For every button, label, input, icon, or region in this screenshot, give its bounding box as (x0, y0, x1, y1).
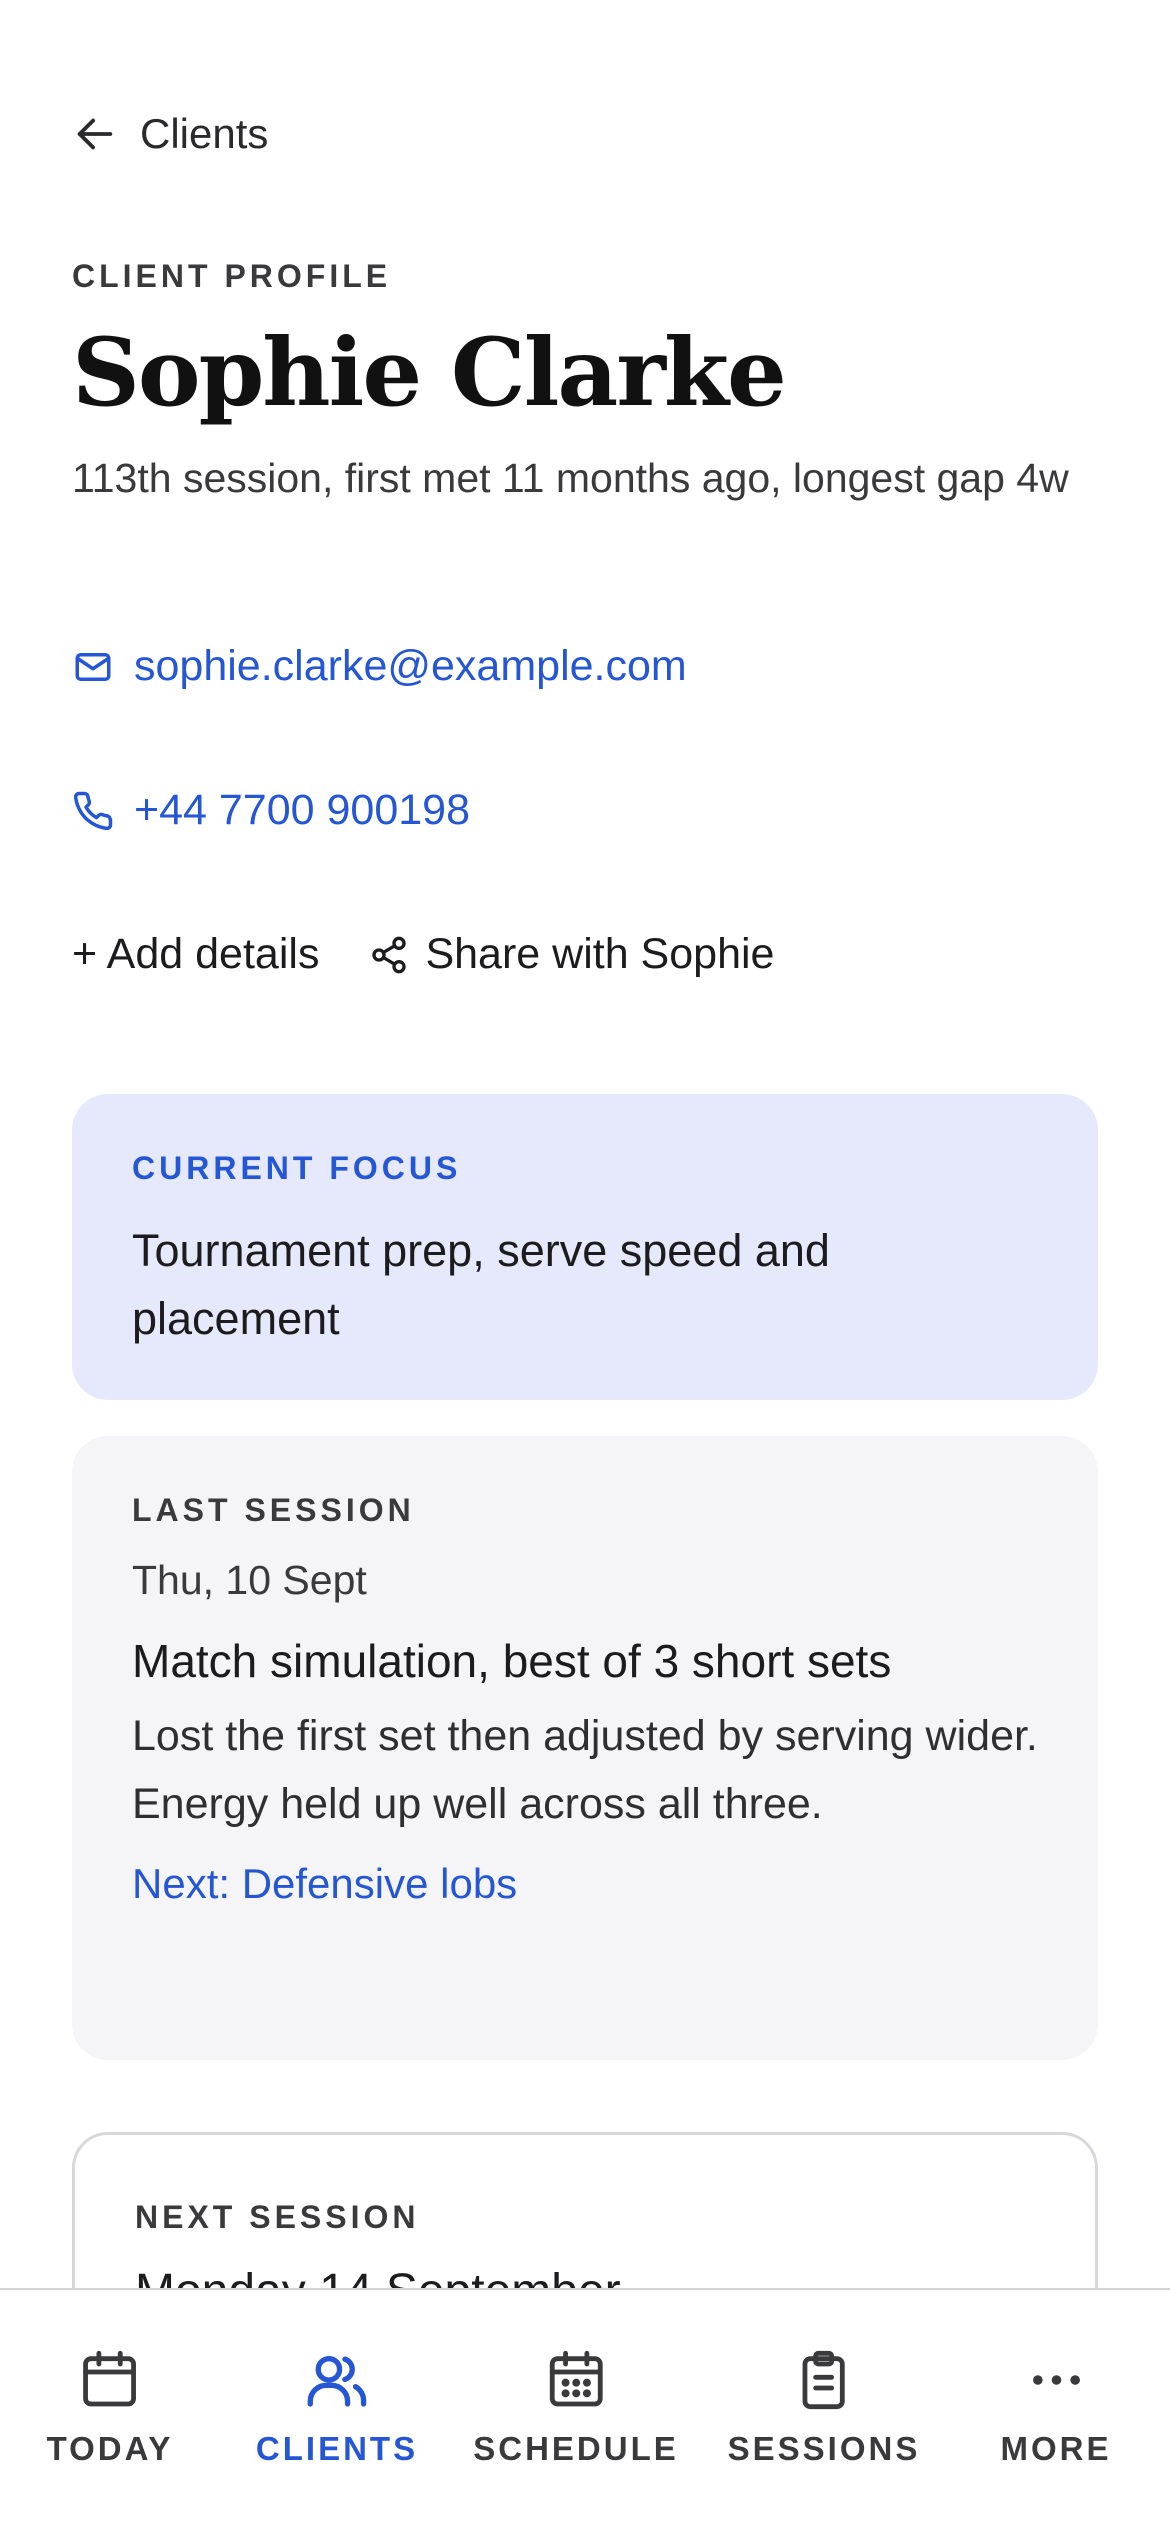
last-session-card[interactable]: LAST SESSION Thu, 10 Sept Match simulati… (72, 1436, 1098, 2060)
last-session-label: LAST SESSION (132, 1492, 415, 1528)
last-session-title: Match simulation, best of 3 short sets (132, 1635, 892, 1687)
share-icon (372, 936, 407, 973)
client-summary: 113th session, first met 11 months ago, … (72, 455, 1069, 501)
clipboard-icon (802, 2350, 846, 2410)
page-eyebrow: CLIENT PROFILE (72, 258, 392, 294)
page-title: Sophie Clarke (72, 318, 787, 428)
tab-more[interactable]: MORE (1001, 2348, 1112, 2468)
phone-link[interactable]: +44 7700 900198 (72, 786, 470, 835)
current-focus-label: CURRENT FOCUS (132, 1150, 462, 1186)
next-session-label: NEXT SESSION (135, 2199, 420, 2235)
bottom-tab-bar: TODAY CLIENTS SCHEDULE SESSIONS MORE (0, 2288, 1170, 2532)
add-details-label: + Add details (72, 930, 320, 978)
arrow-left-icon (77, 118, 113, 150)
share-button[interactable]: Share with Sophie (369, 930, 774, 979)
more-dots-icon (1032, 2375, 1080, 2385)
email-link[interactable]: sophie.clarke@example.com (72, 642, 687, 691)
tab-clients[interactable]: CLIENTS (256, 2348, 418, 2468)
tab-clients-label: CLIENTS (255, 2430, 419, 2467)
tab-today-label: TODAY (46, 2430, 174, 2467)
back-label: Clients (140, 110, 269, 157)
tab-schedule-label: SCHEDULE (473, 2430, 679, 2467)
calendar-grid-icon (549, 2350, 603, 2407)
calendar-icon (83, 2350, 137, 2407)
phone-text: +44 7700 900198 (134, 786, 470, 834)
back-link[interactable]: Clients (72, 110, 268, 158)
email-text: sophie.clarke@example.com (134, 642, 687, 690)
mail-icon (75, 652, 111, 681)
users-icon (307, 2356, 367, 2407)
tab-today[interactable]: TODAY (47, 2348, 174, 2468)
last-session-date: Thu, 10 Sept (132, 1557, 367, 1603)
last-session-next-link[interactable]: Next: Defensive lobs (132, 1860, 1038, 1908)
current-focus-text: Tournament prep, serve speed and placeme… (132, 1225, 830, 1344)
add-details-button[interactable]: + Add details (72, 930, 319, 979)
phone-icon (73, 791, 113, 830)
profile-actions: + Add details Share with Sophie (72, 930, 774, 979)
tab-schedule[interactable]: SCHEDULE (473, 2348, 679, 2468)
share-label: Share with Sophie (425, 930, 775, 978)
tab-sessions[interactable]: SESSIONS (728, 2348, 921, 2468)
current-focus-card[interactable]: CURRENT FOCUS Tournament prep, serve spe… (72, 1094, 1098, 1400)
tab-sessions-label: SESSIONS (727, 2430, 921, 2467)
last-session-notes: Lost the first set then adjusted by serv… (132, 1712, 1038, 1828)
tab-more-label: MORE (1000, 2430, 1112, 2467)
